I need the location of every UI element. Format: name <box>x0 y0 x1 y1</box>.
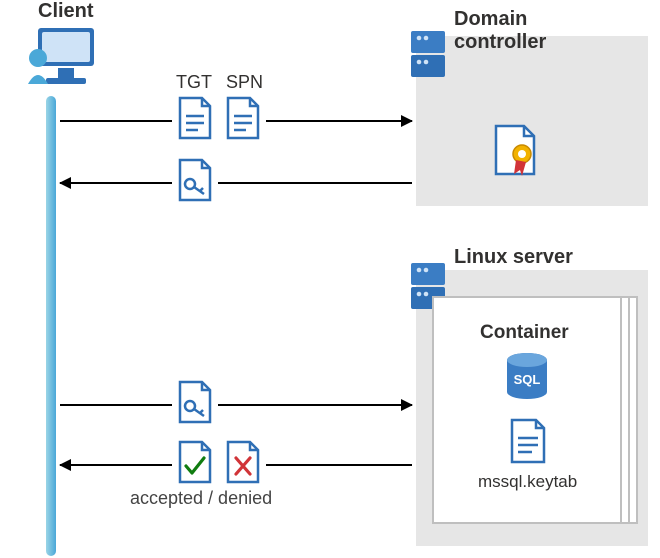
accepted-document-icon <box>176 440 214 491</box>
svg-text:SQL: SQL <box>514 372 541 387</box>
client-timeline <box>46 96 56 556</box>
arrow-ticket-to-linux <box>218 404 412 406</box>
arrow-client-to-docs-1 <box>60 120 172 122</box>
arrow-docs-to-dc <box>266 120 412 122</box>
container-label: Container <box>480 322 569 344</box>
linux-server-label: Linux server <box>454 246 573 269</box>
arrow-dc-reply-left <box>60 182 172 184</box>
sql-database-icon: SQL <box>504 352 550 409</box>
client-workstation-icon <box>28 24 98 97</box>
service-ticket-send-icon <box>176 380 214 431</box>
arrow-client-to-ticket <box>60 404 172 406</box>
spn-document-icon <box>224 96 262 147</box>
server-icon <box>410 30 448 85</box>
client-label: Client <box>38 0 94 23</box>
keytab-filename: mssql.keytab <box>478 472 577 492</box>
arrow-result-from-linux <box>266 464 412 466</box>
keytab-document-icon <box>508 418 548 471</box>
tgt-document-icon <box>176 96 214 147</box>
tgt-label: TGT <box>176 72 212 93</box>
service-ticket-document-icon <box>176 158 214 209</box>
domain-controller-label: Domain controller <box>454 8 546 54</box>
result-label: accepted / denied <box>130 488 272 509</box>
arrow-dc-reply-right <box>218 182 412 184</box>
arrow-result-to-client <box>60 464 172 466</box>
certificate-icon <box>492 124 538 185</box>
spn-label: SPN <box>226 72 263 93</box>
denied-document-icon <box>224 440 262 491</box>
